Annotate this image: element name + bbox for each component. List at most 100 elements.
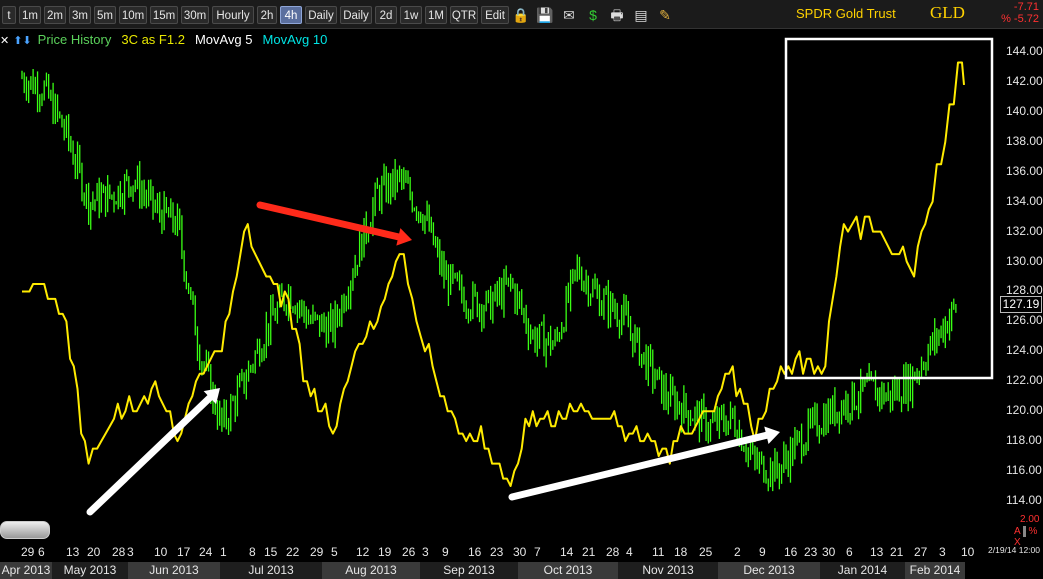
date-tick: 23	[490, 545, 504, 559]
lock-icon[interactable]: 🔒	[512, 6, 530, 24]
interval-button-daily-11[interactable]: Daily	[305, 6, 337, 24]
date-tick: 29	[21, 545, 35, 559]
print-icon[interactable]: 🖶	[608, 6, 626, 24]
date-tick: 10	[154, 545, 168, 559]
price-chart[interactable]	[0, 28, 1043, 543]
date-tick: 10	[961, 545, 975, 559]
interval-button-10m-5[interactable]: 10m	[119, 6, 147, 24]
price-tick-120: 120.00	[1006, 403, 1043, 418]
change-points: -7.71	[1013, 1, 1039, 13]
month-label: Sep 2013	[420, 562, 518, 579]
indicator-value: 2.00	[1020, 514, 1040, 525]
date-tick: 9	[759, 545, 766, 559]
date-tick: 6	[38, 545, 45, 559]
date-tick: 13	[870, 545, 884, 559]
interval-button-qtr-16[interactable]: QTR	[450, 6, 478, 24]
month-label: Jul 2013	[220, 562, 322, 579]
white-arrow-left-shaft	[86, 394, 214, 516]
pencil-icon[interactable]: ✎	[656, 6, 674, 24]
save-icon[interactable]: 💾	[536, 6, 554, 24]
interval-button-edit-17[interactable]: Edit	[481, 6, 509, 24]
date-tick: 21	[582, 545, 596, 559]
date-tick: 22	[286, 545, 300, 559]
change-percent: % -5.72	[1001, 13, 1039, 25]
price-tick-124: 124.00	[1006, 343, 1043, 358]
price-tick-134: 134.00	[1006, 193, 1043, 208]
price-tick-116: 116.00	[1006, 463, 1042, 478]
price-tick-118: 118.00	[1006, 433, 1042, 448]
interval-button-2h-9[interactable]: 2h	[257, 6, 277, 24]
date-tick: 14	[560, 545, 574, 559]
indicator-3c-line	[22, 61, 965, 487]
price-tick-122: 122.00	[1006, 373, 1043, 388]
date-tick: 3	[127, 545, 134, 559]
date-tick: 7	[534, 545, 541, 559]
date-tick: 20	[87, 545, 101, 559]
date-tick: 4	[626, 545, 633, 559]
interval-button-t-0[interactable]: t	[2, 6, 16, 24]
date-tick: 28	[606, 545, 620, 559]
price-tick-114: 114.00	[1006, 493, 1042, 507]
date-tick: 12	[356, 545, 370, 559]
date-tick: 3	[422, 545, 429, 559]
price-tick-140: 140.00	[1006, 103, 1043, 118]
ticker-symbol: GLD	[930, 3, 965, 22]
interval-button-hourly-8[interactable]: Hourly	[212, 6, 254, 24]
date-tick: 18	[674, 545, 688, 559]
red-arrow-shaft	[256, 201, 402, 241]
date-tick: 23	[804, 545, 818, 559]
date-tick: 27	[914, 545, 928, 559]
interval-button-daily-12[interactable]: Daily	[340, 6, 372, 24]
date-tick: 8	[249, 545, 256, 559]
indicator-controls[interactable]: A % X	[1014, 526, 1043, 548]
date-tick: 9	[442, 545, 449, 559]
price-tick-144: 144.00	[1006, 44, 1043, 58]
date-tick: 24	[199, 545, 213, 559]
interval-button-4h-10[interactable]: 4h	[280, 6, 302, 24]
annotation-box	[784, 37, 994, 380]
date-tick: 21	[890, 545, 904, 559]
month-label: Feb 2014	[905, 562, 965, 579]
interval-button-2m-2[interactable]: 2m	[44, 6, 66, 24]
dollar-icon[interactable]: $	[584, 6, 602, 24]
interval-button-30m-7[interactable]: 30m	[181, 6, 209, 24]
month-label: Nov 2013	[618, 562, 718, 579]
month-label: Aug 2013	[322, 562, 420, 579]
interval-button-2d-13[interactable]: 2d	[375, 6, 397, 24]
month-label: Apr 2013	[0, 562, 52, 579]
price-series	[21, 69, 957, 492]
price-tick-142: 142.00	[1006, 73, 1043, 88]
date-tick: 19	[378, 545, 392, 559]
interval-button-1m-1[interactable]: 1m	[19, 6, 41, 24]
date-tick: 3	[939, 545, 946, 559]
date-tick: 11	[652, 545, 665, 559]
price-tick-130: 130.00	[1006, 253, 1043, 268]
month-label: Dec 2013	[718, 562, 820, 579]
date-tick: 5	[331, 545, 338, 559]
white-arrow-right-head	[764, 426, 780, 445]
date-tick: 17	[177, 545, 191, 559]
price-tick-126: 126.00	[1006, 313, 1043, 328]
chart-title: SPDR Gold Trust	[796, 6, 896, 21]
month-label: Jan 2014	[820, 562, 905, 579]
date-tick: 29	[310, 545, 324, 559]
date-tick: 13	[66, 545, 80, 559]
interval-button-3m-3[interactable]: 3m	[69, 6, 91, 24]
interval-button-5m-4[interactable]: 5m	[94, 6, 116, 24]
last-price-label: 127.19	[1000, 295, 1042, 313]
interval-button-1m-15[interactable]: 1M	[425, 6, 447, 24]
white-arrow-right-shaft	[508, 431, 770, 501]
price-tick-132: 132.00	[1006, 223, 1043, 238]
chart-settings-icon[interactable]: ▤	[632, 6, 650, 24]
price-tick-138: 138.00	[1006, 133, 1043, 148]
date-tick: 25	[699, 545, 713, 559]
mail-icon[interactable]: ✉	[560, 6, 578, 24]
date-tick: 6	[846, 545, 853, 559]
date-tick: 30	[822, 545, 836, 559]
month-label: May 2013	[52, 562, 128, 579]
interval-button-1w-14[interactable]: 1w	[400, 6, 422, 24]
date-tick: 16	[468, 545, 482, 559]
interval-button-15m-6[interactable]: 15m	[150, 6, 178, 24]
red-arrow-head	[396, 228, 412, 246]
horizontal-scrollbar[interactable]	[0, 521, 50, 539]
